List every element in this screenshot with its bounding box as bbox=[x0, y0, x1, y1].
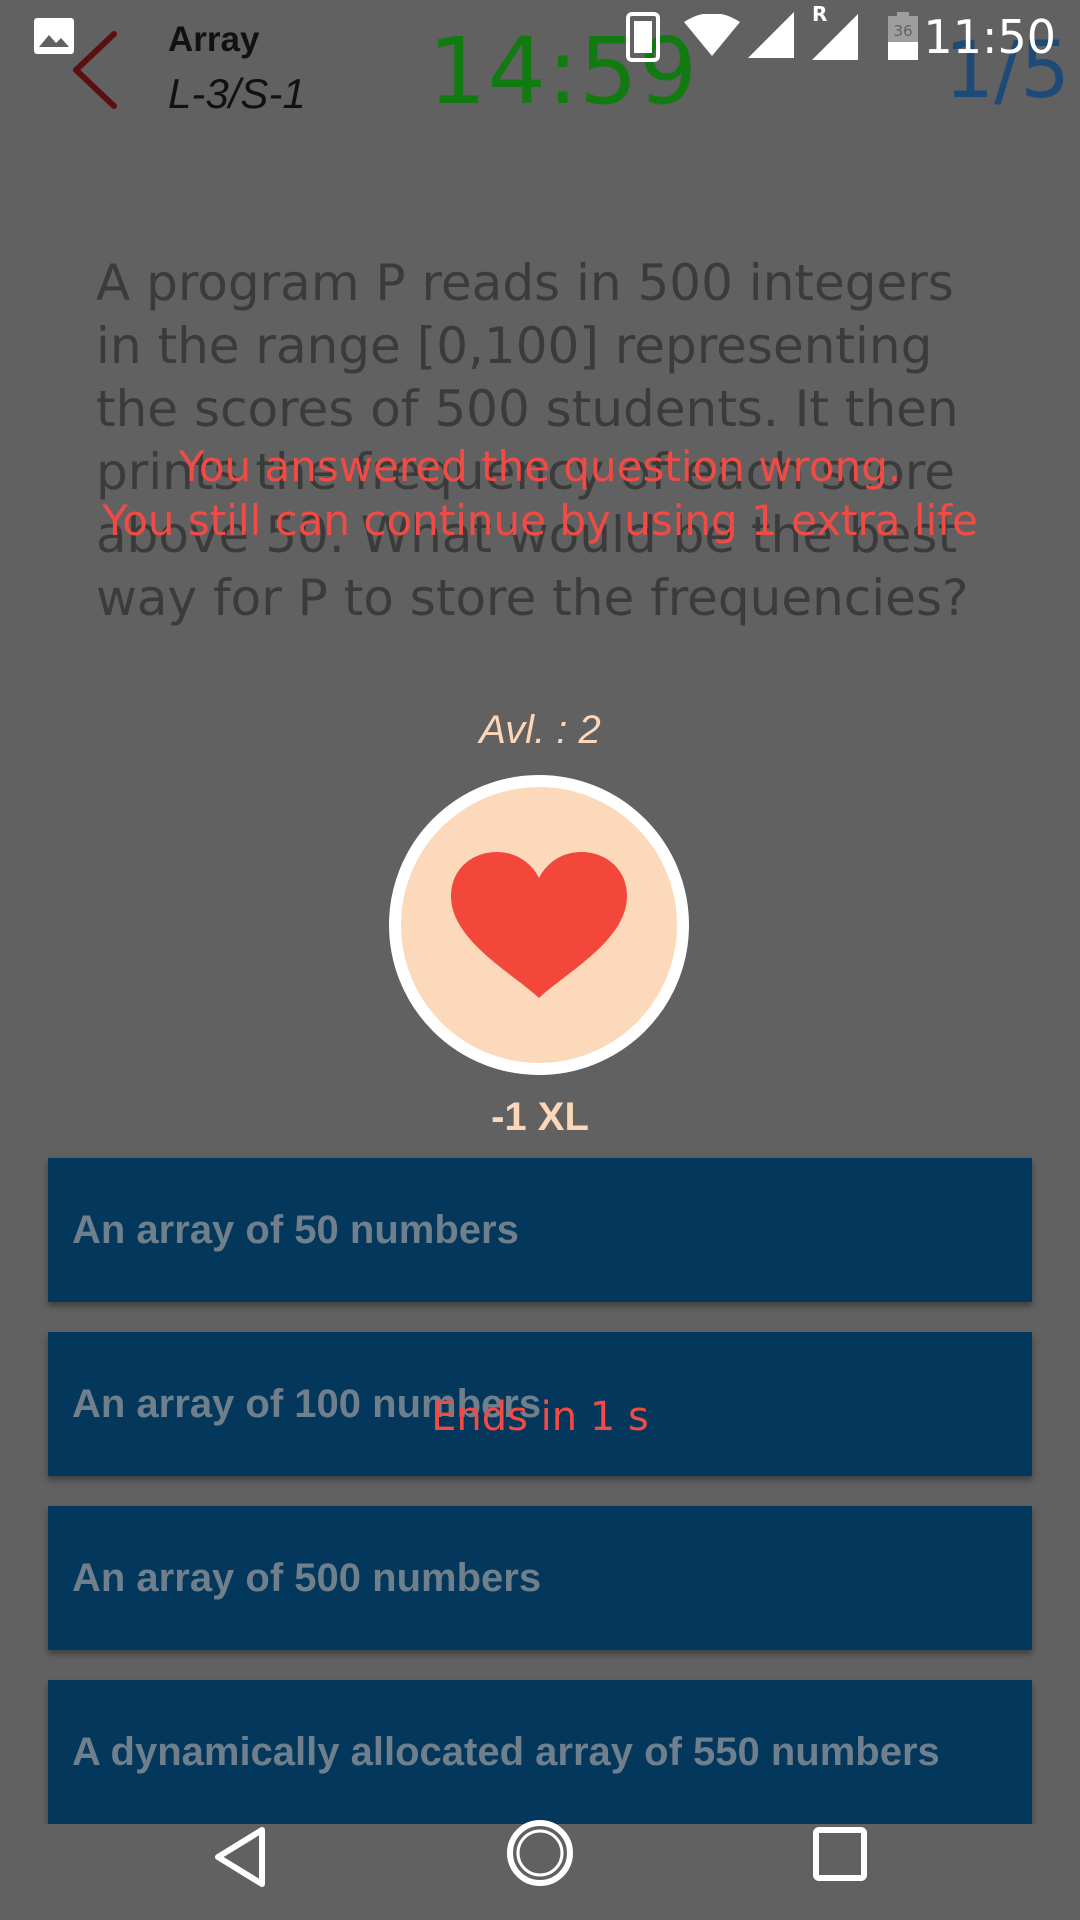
status-bar: R 36 11:50 bbox=[0, 0, 1080, 72]
nav-back-icon[interactable] bbox=[210, 1824, 270, 1890]
question-text: A program P reads in 500 integers in the… bbox=[96, 254, 969, 627]
use-life-button[interactable] bbox=[389, 775, 689, 1075]
life-cost: -1 XL bbox=[491, 1095, 589, 1139]
available-lives: Avl. : 2 bbox=[479, 708, 601, 752]
gallery-icon bbox=[34, 18, 74, 54]
option-1[interactable]: An array of 50 numbers bbox=[48, 1158, 1032, 1302]
option-4[interactable]: A dynamically allocated array of 550 num… bbox=[48, 1680, 1032, 1824]
nav-recents-icon[interactable] bbox=[812, 1826, 868, 1882]
option-3[interactable]: An array of 500 numbers bbox=[48, 1506, 1032, 1650]
signal-roaming-icon: R bbox=[810, 2, 866, 60]
dialog-countdown: Ends in 1 s bbox=[431, 1394, 649, 1440]
battery-icon: 36 bbox=[888, 12, 918, 60]
status-time: 11:50 bbox=[923, 10, 1056, 64]
wifi-icon bbox=[684, 14, 740, 56]
signal-icon bbox=[748, 12, 794, 58]
nav-home-icon[interactable] bbox=[505, 1818, 575, 1888]
navigation-bar bbox=[0, 1820, 1080, 1920]
heart-icon bbox=[451, 852, 627, 998]
option-label: An array of 50 numbers bbox=[72, 1207, 519, 1252]
extra-life-message: You still can continue by using 1 extra … bbox=[102, 496, 978, 545]
battery-level: 36 bbox=[893, 22, 913, 40]
option-label: An array of 500 numbers bbox=[72, 1555, 542, 1600]
wrong-answer-message: You answered the question wrong. bbox=[178, 442, 902, 491]
vibrate-icon bbox=[626, 12, 660, 62]
option-label: A dynamically allocated array of 550 num… bbox=[72, 1729, 940, 1774]
topic-subtitle: L-3/S-1 bbox=[168, 70, 306, 117]
